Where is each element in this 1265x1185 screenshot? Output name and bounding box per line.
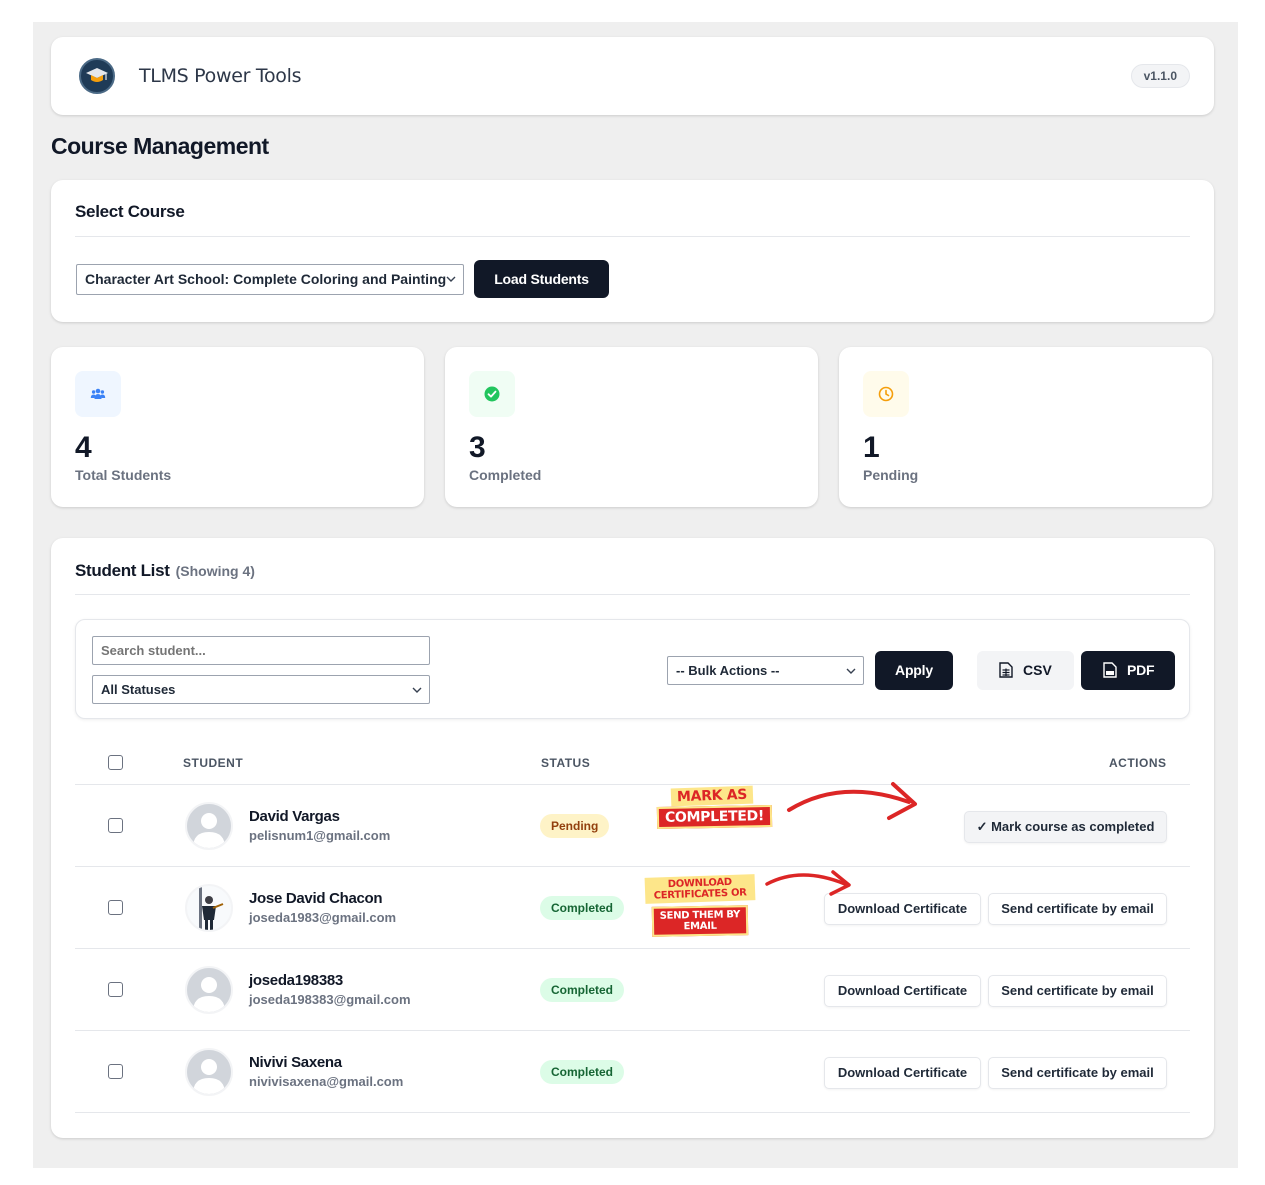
csv-label: CSV bbox=[1023, 662, 1052, 678]
page-canvas: TLMS Power Tools v1.1.0 Course Managemen… bbox=[33, 22, 1238, 1168]
student-list-heading: Student List (Showing 4) bbox=[75, 561, 255, 581]
version-badge: v1.1.0 bbox=[1130, 64, 1190, 88]
total-students-value: 4 bbox=[75, 431, 92, 464]
row-checkbox[interactable] bbox=[108, 1064, 123, 1079]
load-students-button[interactable]: Load Students bbox=[474, 260, 609, 298]
clock-icon bbox=[863, 371, 909, 417]
select-course-card: Select Course Character Art School: Comp… bbox=[51, 180, 1214, 322]
status-badge: Completed bbox=[540, 1060, 625, 1084]
pending-value: 1 bbox=[863, 431, 880, 464]
filter-toolbar: All Statuses -- Bulk Actions -- Apply CS… bbox=[75, 619, 1190, 719]
users-icon bbox=[75, 371, 121, 417]
completed-value: 3 bbox=[469, 431, 486, 464]
row-checkbox[interactable] bbox=[108, 982, 123, 997]
row-divider bbox=[75, 1112, 1190, 1113]
pdf-label: PDF bbox=[1127, 662, 1155, 678]
student-email: joseda1983@gmail.com bbox=[249, 910, 397, 925]
completed-label: Completed bbox=[469, 467, 542, 483]
graduation-cap-logo-icon bbox=[79, 58, 115, 94]
mark-completed-button[interactable]: ✓ Mark course as completed bbox=[964, 811, 1167, 843]
student-list-card: Student List (Showing 4) All Statuses -- … bbox=[51, 538, 1214, 1138]
column-header-student: STUDENT bbox=[183, 756, 244, 770]
bulk-actions-value: -- Bulk Actions -- bbox=[676, 663, 780, 678]
download-certificate-button[interactable]: Download Certificate bbox=[824, 975, 981, 1007]
search-input[interactable] bbox=[92, 636, 430, 665]
send-certificate-email-button[interactable]: Send certificate by email bbox=[988, 1057, 1167, 1089]
student-name: Nivivi Saxena bbox=[249, 1054, 342, 1071]
app-header: TLMS Power Tools v1.1.0 bbox=[51, 37, 1214, 115]
send-certificate-email-button[interactable]: Send certificate by email bbox=[988, 975, 1167, 1007]
app-title: TLMS Power Tools bbox=[139, 65, 302, 87]
select-all-checkbox[interactable] bbox=[108, 755, 123, 770]
annotation-mark-line1: MARK AS bbox=[670, 785, 754, 807]
course-select-value: Character Art School: Complete Coloring … bbox=[85, 271, 447, 287]
annotation-arrow-icon bbox=[787, 782, 917, 820]
chevron-down-icon bbox=[846, 668, 856, 674]
chevron-down-icon bbox=[412, 687, 422, 693]
send-certificate-email-button[interactable]: Send certificate by email bbox=[988, 893, 1167, 925]
check-circle-icon bbox=[469, 371, 515, 417]
status-badge: Completed bbox=[540, 978, 625, 1002]
bulk-actions-select[interactable]: -- Bulk Actions -- bbox=[667, 656, 864, 685]
student-name: Jose David Chacon bbox=[249, 890, 383, 907]
avatar bbox=[185, 884, 233, 932]
annotation-download-line1: DOWNLOAD CERTIFICATES OR bbox=[644, 874, 756, 904]
course-select[interactable]: Character Art School: Complete Coloring … bbox=[76, 264, 464, 295]
student-list-title: Student List bbox=[75, 561, 170, 580]
student-name: joseda198383 bbox=[249, 972, 343, 989]
annotation-download-line2: SEND THEM BY EMAIL bbox=[651, 905, 749, 937]
chevron-down-icon bbox=[446, 276, 456, 282]
status-badge: Pending bbox=[540, 814, 610, 838]
stat-card-completed: 3 Completed bbox=[445, 347, 818, 507]
annotation-mark-line2: COMPLETED! bbox=[656, 804, 773, 830]
avatar bbox=[185, 966, 233, 1014]
divider bbox=[75, 594, 1190, 595]
student-email: nivivisaxena@gmail.com bbox=[249, 1074, 404, 1089]
download-certificate-button[interactable]: Download Certificate bbox=[824, 1057, 981, 1089]
pending-label: Pending bbox=[863, 467, 919, 483]
column-header-status: STATUS bbox=[541, 756, 591, 770]
row-checkbox[interactable] bbox=[108, 818, 123, 833]
status-badge: Completed bbox=[540, 896, 625, 920]
export-pdf-button[interactable]: PDF bbox=[1081, 651, 1175, 690]
divider bbox=[75, 236, 1190, 237]
stat-card-total: 4 Total Students bbox=[51, 347, 424, 507]
status-filter-select[interactable]: All Statuses bbox=[92, 675, 430, 704]
row-checkbox[interactable] bbox=[108, 900, 123, 915]
stat-card-pending: 1 Pending bbox=[839, 347, 1212, 507]
column-header-actions: ACTIONS bbox=[1109, 756, 1167, 770]
annotation-arrow-icon bbox=[765, 870, 851, 896]
export-csv-button[interactable]: CSV bbox=[977, 651, 1074, 690]
student-email: pelisnum1@gmail.com bbox=[249, 828, 391, 843]
status-filter-value: All Statuses bbox=[101, 682, 176, 697]
student-email: joseda198383@gmail.com bbox=[249, 992, 411, 1007]
apply-button[interactable]: Apply bbox=[875, 651, 953, 690]
table-row: Jose David Chacon joseda1983@gmail.com C… bbox=[51, 867, 1214, 949]
pdf-file-icon bbox=[1103, 662, 1117, 678]
total-students-label: Total Students bbox=[75, 467, 172, 483]
select-course-title: Select Course bbox=[75, 202, 185, 221]
avatar bbox=[185, 1048, 233, 1096]
avatar bbox=[185, 802, 233, 850]
student-name: David Vargas bbox=[249, 808, 340, 825]
page-title: Course Management bbox=[51, 133, 269, 159]
table-row: Nivivi Saxena nivivisaxena@gmail.com Com… bbox=[51, 1031, 1214, 1113]
showing-count: (Showing 4) bbox=[175, 563, 255, 579]
spreadsheet-file-icon bbox=[999, 662, 1013, 678]
table-row: David Vargas pelisnum1@gmail.com Pending… bbox=[51, 785, 1214, 867]
table-row: joseda198383 joseda198383@gmail.com Comp… bbox=[51, 949, 1214, 1031]
